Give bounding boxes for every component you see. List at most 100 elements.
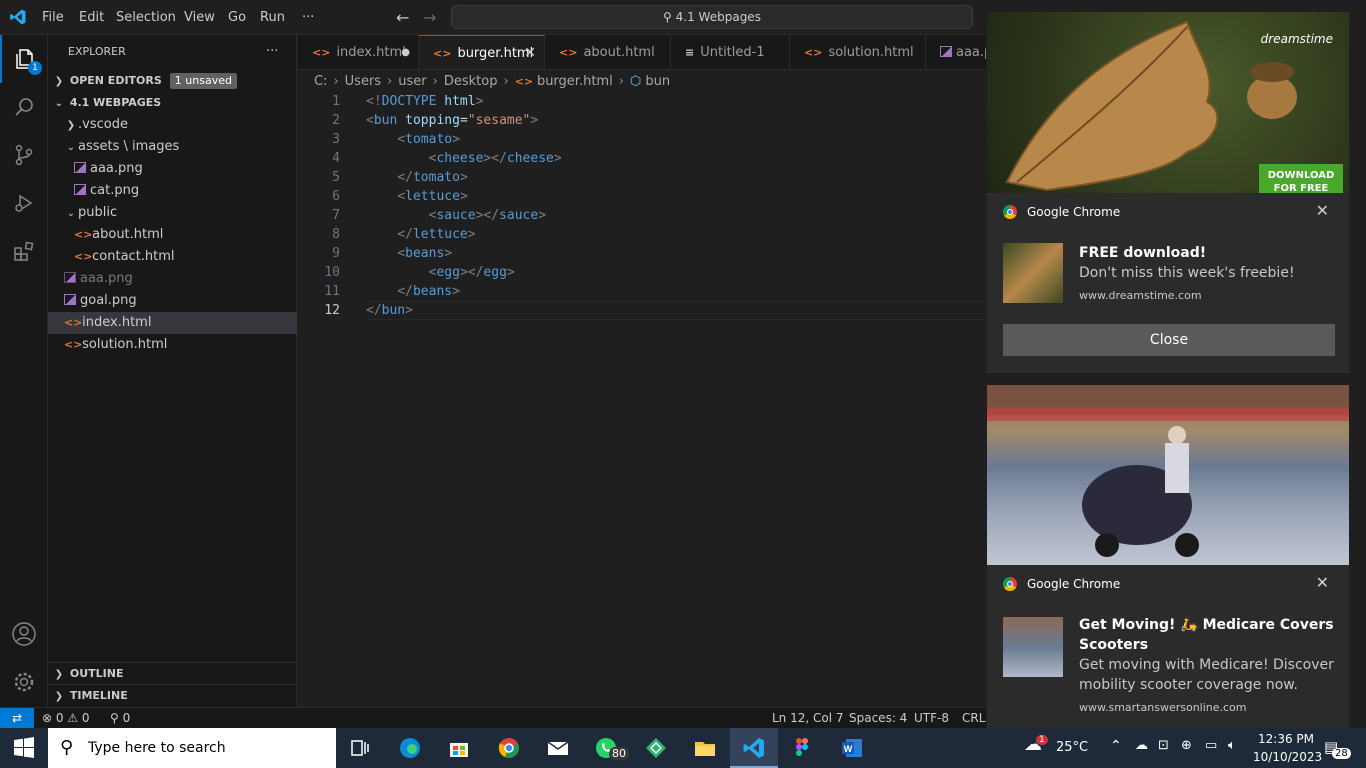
- tree-item-aaa-png-root[interactable]: aaa.png: [48, 268, 297, 290]
- app-diamond-icon[interactable]: [644, 736, 668, 760]
- search-icon[interactable]: [0, 83, 48, 131]
- open-editors-header[interactable]: ❯ OPEN EDITORS 1 unsaved: [48, 70, 297, 92]
- code-line[interactable]: <cheese></cheese>: [366, 149, 562, 168]
- breadcrumb-item[interactable]: Desktop: [444, 74, 498, 89]
- code-line[interactable]: <egg></egg>: [366, 263, 515, 282]
- breadcrumb-item[interactable]: C:: [314, 74, 327, 89]
- source-control-icon[interactable]: [0, 131, 48, 179]
- explorer-more-icon[interactable]: ···: [266, 41, 286, 63]
- download-for-free-button[interactable]: DOWNLOAD FOR FREE: [1259, 164, 1343, 193]
- timeline-header[interactable]: ❯ TIMELINE: [48, 684, 297, 706]
- code-line[interactable]: <!DOCTYPE html>: [366, 92, 483, 111]
- tree-item-goal-png[interactable]: goal.png: [48, 290, 297, 312]
- windows-start-icon[interactable]: [12, 736, 36, 760]
- workspace-folder-label: 4.1 WEBPAGES: [69, 96, 162, 109]
- breadcrumb-item[interactable]: burger.html: [537, 74, 613, 89]
- oak-leaf-ad-image[interactable]: dreamstime DOWNLOAD FOR FREE: [987, 12, 1349, 193]
- code-line[interactable]: <lettuce>: [366, 187, 467, 206]
- close-icon[interactable]: ✕: [1316, 201, 1329, 220]
- volume-icon[interactable]: 🔈︎: [1228, 738, 1236, 753]
- tab-aaa-png[interactable]: aaa.p: [926, 35, 986, 69]
- meet-icon[interactable]: ⊡: [1158, 738, 1169, 753]
- close-button[interactable]: Close: [1003, 324, 1335, 356]
- settings-gear-icon[interactable]: [0, 658, 48, 706]
- unsaved-dot-icon[interactable]: ●: [401, 35, 410, 69]
- html-file-icon: <>: [64, 338, 83, 351]
- cursor-position[interactable]: Ln 12, Col 7: [772, 708, 844, 728]
- file-explorer-icon[interactable]: [693, 736, 717, 760]
- breadcrumb-item[interactable]: bun: [645, 74, 670, 89]
- breadcrumb-item[interactable]: user: [398, 74, 426, 89]
- edge-icon[interactable]: [398, 736, 422, 760]
- problems-status[interactable]: ⊗ 0 ⚠ 0: [42, 708, 90, 728]
- word-icon[interactable]: W: [840, 736, 864, 760]
- code-line[interactable]: <sauce></sauce>: [366, 206, 546, 225]
- forward-arrow-icon[interactable]: →: [423, 8, 436, 27]
- ports-status[interactable]: ⚲ 0: [110, 708, 130, 728]
- tree-item-public[interactable]: ⌄ public: [48, 202, 297, 224]
- code-line[interactable]: </tomato>: [366, 168, 467, 187]
- tree-item-index-html[interactable]: <> index.html: [48, 312, 297, 334]
- tab-burger-html[interactable]: <> burger.html ✕: [419, 35, 545, 69]
- tree-item-vscode[interactable]: ❯ .vscode: [48, 114, 297, 136]
- task-view-icon[interactable]: [348, 736, 372, 760]
- code-line[interactable]: <bun topping="sesame">: [366, 111, 538, 130]
- chevron-up-icon[interactable]: ⌃: [1110, 738, 1122, 754]
- tab-index-html[interactable]: <> index.html ●: [298, 35, 419, 69]
- mobility-scooter-ad-image[interactable]: [987, 385, 1349, 565]
- weather-temperature[interactable]: 25°C: [1056, 740, 1088, 755]
- tree-item-about-html[interactable]: <> about.html: [48, 224, 297, 246]
- cloud-icon[interactable]: ☁: [1135, 738, 1148, 753]
- battery-icon[interactable]: ▭: [1205, 738, 1217, 753]
- workspace-name: 4.1 Webpages: [675, 10, 761, 24]
- open-editors-label: OPEN EDITORS: [69, 74, 162, 87]
- tree-item-contact-html[interactable]: <> contact.html: [48, 246, 297, 268]
- current-line-highlight: [366, 301, 986, 320]
- outline-header[interactable]: ❯ OUTLINE: [48, 662, 297, 684]
- store-icon[interactable]: [447, 736, 471, 760]
- tab-solution-html[interactable]: <> solution.html: [790, 35, 926, 69]
- vscode-taskbar-button[interactable]: [730, 728, 778, 768]
- menu-go[interactable]: Go: [228, 0, 246, 35]
- tree-item-solution-html[interactable]: <> solution.html: [48, 334, 297, 356]
- code-line[interactable]: </bun>: [366, 301, 413, 320]
- tree-item-assets-images[interactable]: ⌄ assets \ images: [48, 136, 297, 158]
- menu-selection[interactable]: Selection: [116, 0, 176, 35]
- tree-item-aaa-png[interactable]: aaa.png: [48, 158, 297, 180]
- code-line[interactable]: </beans>: [366, 282, 460, 301]
- language-globe-icon[interactable]: ⊕: [1181, 738, 1192, 753]
- menu-file[interactable]: File: [42, 0, 64, 35]
- tree-item-cat-png[interactable]: cat.png: [48, 180, 297, 202]
- taskbar-search-input[interactable]: ⚲ Type here to search: [48, 728, 336, 768]
- explorer-icon[interactable]: 1: [0, 35, 48, 83]
- menu-more[interactable]: ···: [302, 0, 314, 35]
- menu-run[interactable]: Run: [260, 0, 285, 35]
- encoding-status[interactable]: UTF-8: [914, 708, 949, 728]
- line-number: 7: [332, 208, 340, 223]
- code-line[interactable]: <tomato>: [366, 130, 460, 149]
- clock-date[interactable]: 10/10/2023: [1253, 750, 1322, 764]
- code-line[interactable]: <beans>: [366, 244, 452, 263]
- figma-icon[interactable]: [790, 736, 814, 760]
- clock-time[interactable]: 12:36 PM: [1258, 732, 1314, 746]
- menu-view[interactable]: View: [184, 0, 215, 35]
- code-line[interactable]: </lettuce>: [366, 225, 475, 244]
- tab-untitled-1[interactable]: ≡ Untitled-1: [671, 35, 790, 69]
- run-debug-icon[interactable]: [0, 179, 48, 227]
- close-icon[interactable]: ✕: [1316, 573, 1329, 592]
- remote-icon[interactable]: ⇄: [0, 708, 34, 729]
- tab-about-html[interactable]: <> about.html: [545, 35, 671, 69]
- indentation-status[interactable]: Spaces: 4: [849, 708, 907, 728]
- explorer-sidebar: EXPLORER ··· ❯ OPEN EDITORS 1 unsaved ⌄ 4…: [48, 35, 297, 707]
- close-icon[interactable]: ✕: [524, 36, 536, 69]
- workspace-folder-header[interactable]: ⌄ 4.1 WEBPAGES: [48, 92, 297, 114]
- code-editor[interactable]: 1 2 3 4 5 6 7 8 9 10 11 12 <!DOCTYPE htm…: [298, 92, 986, 707]
- command-center-search[interactable]: ⚲ 4.1 Webpages: [451, 5, 973, 29]
- mail-icon[interactable]: [546, 736, 570, 760]
- menu-edit[interactable]: Edit: [79, 0, 104, 35]
- account-icon[interactable]: [0, 610, 48, 658]
- back-arrow-icon[interactable]: ←: [396, 8, 409, 27]
- breadcrumb-item[interactable]: Users: [345, 74, 381, 89]
- extensions-icon[interactable]: [0, 227, 48, 275]
- chrome-icon[interactable]: [497, 736, 521, 760]
